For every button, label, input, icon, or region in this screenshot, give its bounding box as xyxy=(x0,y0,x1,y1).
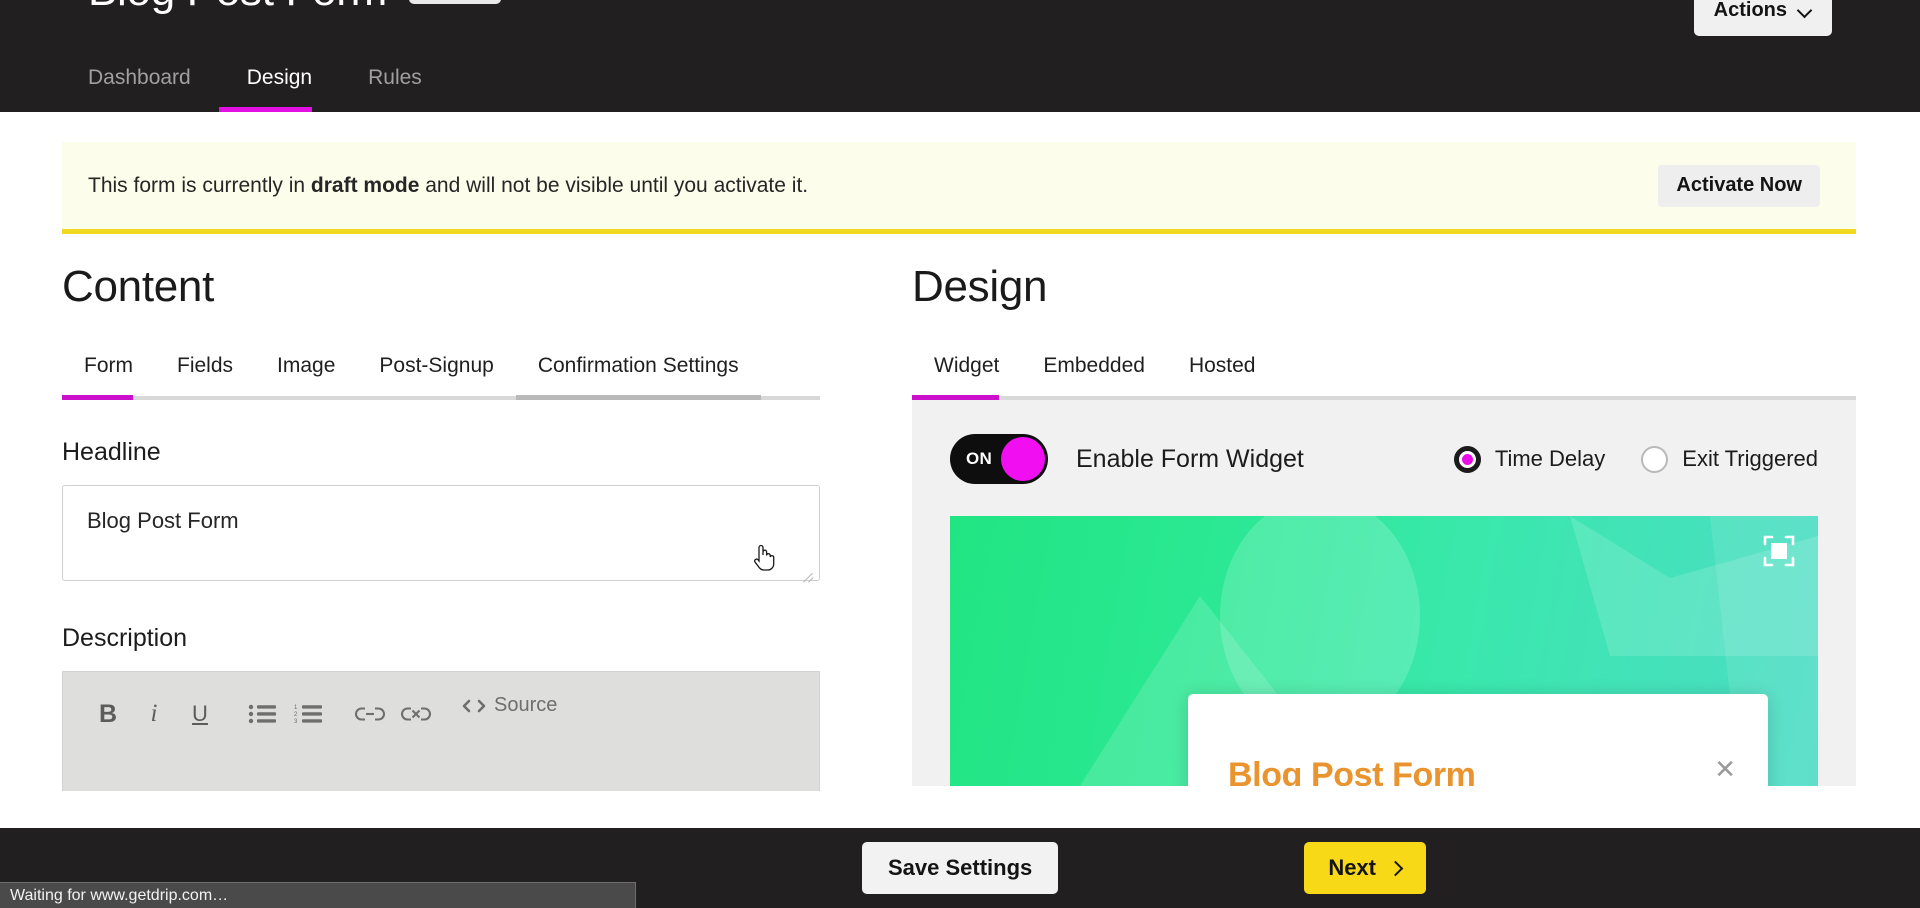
nav-tab-design[interactable]: Design xyxy=(218,66,340,112)
draft-mode-message: This form is currently in draft mode and… xyxy=(88,174,1658,198)
next-button-label: Next xyxy=(1328,855,1376,880)
radio-exit-triggered-indicator xyxy=(1641,445,1669,473)
app-root: Blog Post Form Actions Dashboard Design … xyxy=(0,0,1920,908)
headline-label: Headline xyxy=(62,438,161,466)
radio-exit-triggered-label: Exit Triggered xyxy=(1682,446,1818,471)
tab-widget[interactable]: Widget xyxy=(912,354,1021,400)
toggle-knob xyxy=(1001,437,1045,481)
svg-text:1: 1 xyxy=(294,705,298,711)
content-tabs: Form Fields Image Post-Signup Confirmati… xyxy=(62,354,822,400)
tab-fields[interactable]: Fields xyxy=(155,354,255,400)
browser-status-bar: Waiting for www.getdrip.com… xyxy=(0,882,636,908)
numbered-list-icon[interactable]: 1 2 3 xyxy=(285,694,331,734)
nav-tab-dashboard[interactable]: Dashboard xyxy=(88,66,219,112)
trigger-radio-group: Time Delay Exit Triggered xyxy=(1453,445,1818,473)
save-settings-button[interactable]: Save Settings xyxy=(862,842,1059,894)
content-column: Content Form Fields Image Post-Signup Co… xyxy=(62,262,822,791)
tab-image[interactable]: Image xyxy=(255,354,357,400)
tab-post-signup[interactable]: Post-Signup xyxy=(357,354,515,400)
chevron-right-icon xyxy=(1390,862,1402,874)
status-badge xyxy=(409,0,502,4)
preview-modal-card: Blog Post Form ✕ xyxy=(1188,694,1768,786)
widget-preview[interactable]: Blog Post Form ✕ xyxy=(950,516,1818,786)
underline-icon[interactable]: U xyxy=(177,694,223,734)
top-header-bar: Blog Post Form Actions Dashboard Design … xyxy=(0,0,1920,112)
tab-embedded[interactable]: Embedded xyxy=(1021,354,1167,400)
activate-now-button[interactable]: Activate Now xyxy=(1658,164,1820,207)
tab-form[interactable]: Form xyxy=(62,354,155,400)
chevron-down-icon xyxy=(1799,4,1812,17)
content-section-title: Content xyxy=(62,262,215,311)
radio-exit-triggered[interactable]: Exit Triggered xyxy=(1641,445,1818,473)
design-tabs: Widget Embedded Hosted xyxy=(912,354,1856,400)
radio-time-delay-label: Time Delay xyxy=(1494,446,1606,471)
draft-mode-banner: This form is currently in draft mode and… xyxy=(62,142,1856,234)
nav-tab-rules[interactable]: Rules xyxy=(340,66,450,112)
tab-hosted[interactable]: Hosted xyxy=(1167,354,1278,400)
source-button[interactable]: Source xyxy=(455,694,557,717)
enable-form-widget-toggle[interactable]: ON xyxy=(950,434,1048,484)
link-icon[interactable] xyxy=(347,694,393,734)
description-label: Description xyxy=(62,624,188,652)
main-nav-tabs: Dashboard Design Rules xyxy=(88,66,450,112)
code-brackets-icon xyxy=(462,699,486,712)
page-title-row: Blog Post Form xyxy=(88,0,502,16)
radio-time-delay-indicator xyxy=(1453,445,1481,473)
banner-text-after: and will not be visible until you activa… xyxy=(419,173,809,197)
actions-button-label: Actions xyxy=(1713,0,1787,21)
banner-text-before: This form is currently in xyxy=(88,173,311,197)
source-label: Source xyxy=(494,694,558,716)
page-title: Blog Post Form xyxy=(88,0,387,16)
tab-confirmation-settings[interactable]: Confirmation Settings xyxy=(515,354,761,400)
widget-control-row: ON Enable Form Widget Time Delay Exit Tr… xyxy=(950,428,1818,490)
toggle-state-label: ON xyxy=(966,449,993,468)
svg-text:2: 2 xyxy=(294,712,298,718)
unlink-icon[interactable] xyxy=(393,694,439,734)
headline-input[interactable] xyxy=(62,485,820,581)
banner-text-bold: draft mode xyxy=(310,173,420,197)
svg-text:3: 3 xyxy=(294,719,298,725)
radio-time-delay[interactable]: Time Delay xyxy=(1453,445,1606,473)
enable-form-widget-label: Enable Form Widget xyxy=(1076,444,1304,473)
description-editor-toolbar: B i U 1 2 3 Source xyxy=(62,671,820,791)
bold-icon[interactable]: B xyxy=(85,694,131,734)
design-column: Design Widget Embedded Hosted ON Enable … xyxy=(912,262,1856,786)
widget-settings-panel: ON Enable Form Widget Time Delay Exit Tr… xyxy=(912,400,1856,786)
preview-modal-title: Blog Post Form xyxy=(1228,756,1476,786)
next-button[interactable]: Next xyxy=(1304,842,1426,894)
italic-icon[interactable]: i xyxy=(131,694,177,734)
fullscreen-expand-icon[interactable] xyxy=(1762,534,1796,568)
bullet-list-icon[interactable] xyxy=(239,694,285,734)
design-section-title: Design xyxy=(912,262,1048,311)
actions-button[interactable]: Actions xyxy=(1693,0,1832,36)
close-x-icon[interactable]: ✕ xyxy=(1714,756,1736,782)
